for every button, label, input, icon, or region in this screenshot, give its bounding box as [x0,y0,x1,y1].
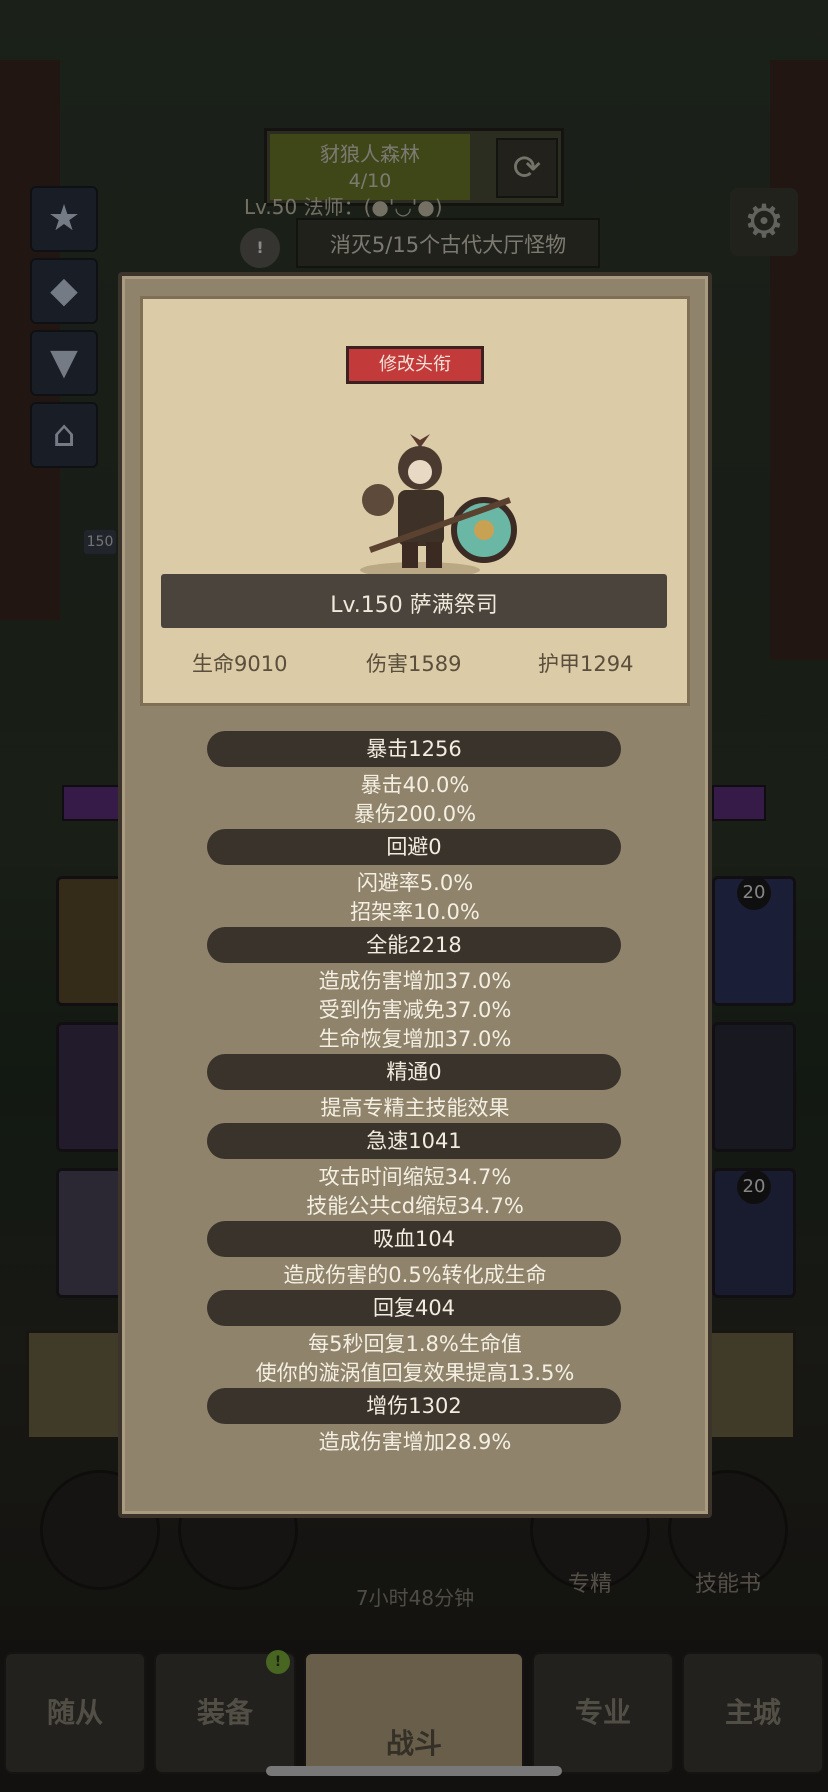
stat-header-haste: 急速1041 [207,1123,621,1159]
stat-header-damage-bonus: 增伤1302 [207,1388,621,1424]
stat-line: 提高专精主技能效果 [320,1096,510,1120]
stat-header-mastery: 精通0 [207,1054,621,1090]
stat-line: 生命恢复增加37.0% [318,1027,512,1051]
armor-stat: 护甲1294 [538,652,634,676]
damage-stat: 伤害1589 [366,652,462,676]
hp-stat: 生命9010 [192,652,288,676]
stat-line: 闪避率5.0% [356,871,474,895]
stat-line: 攻击时间缩短34.7% [318,1165,512,1189]
hero-portrait [360,434,517,578]
stat-line: 招架率10.0% [350,900,480,924]
stat-header-avoidance: 回避0 [207,829,621,865]
stat-line: 使你的漩涡值回复效果提高13.5% [255,1361,575,1385]
stat-line: 每5秒回复1.8%生命值 [308,1332,522,1356]
stat-line: 受到伤害减免37.0% [318,998,512,1022]
stat-line: 造成伤害增加28.9% [318,1430,512,1454]
stat-line: 暴伤200.0% [353,802,477,826]
stat-line: 造成伤害的0.5%转化成生命 [283,1263,547,1287]
stat-header-versatility: 全能2218 [207,927,621,963]
stat-header-crit: 暴击1256 [207,731,621,767]
stat-line: 造成伤害增加37.0% [318,969,512,993]
stat-header-leech: 吸血104 [207,1221,621,1257]
hero-name: Lv.150 萨满祭司 [330,593,498,618]
rename-title-button[interactable]: 修改头衔 [346,346,484,384]
stat-line: 暴击40.0% [360,773,470,797]
stat-header-regen: 回复404 [207,1290,621,1326]
stat-line: 技能公共cd缩短34.7% [306,1194,524,1218]
